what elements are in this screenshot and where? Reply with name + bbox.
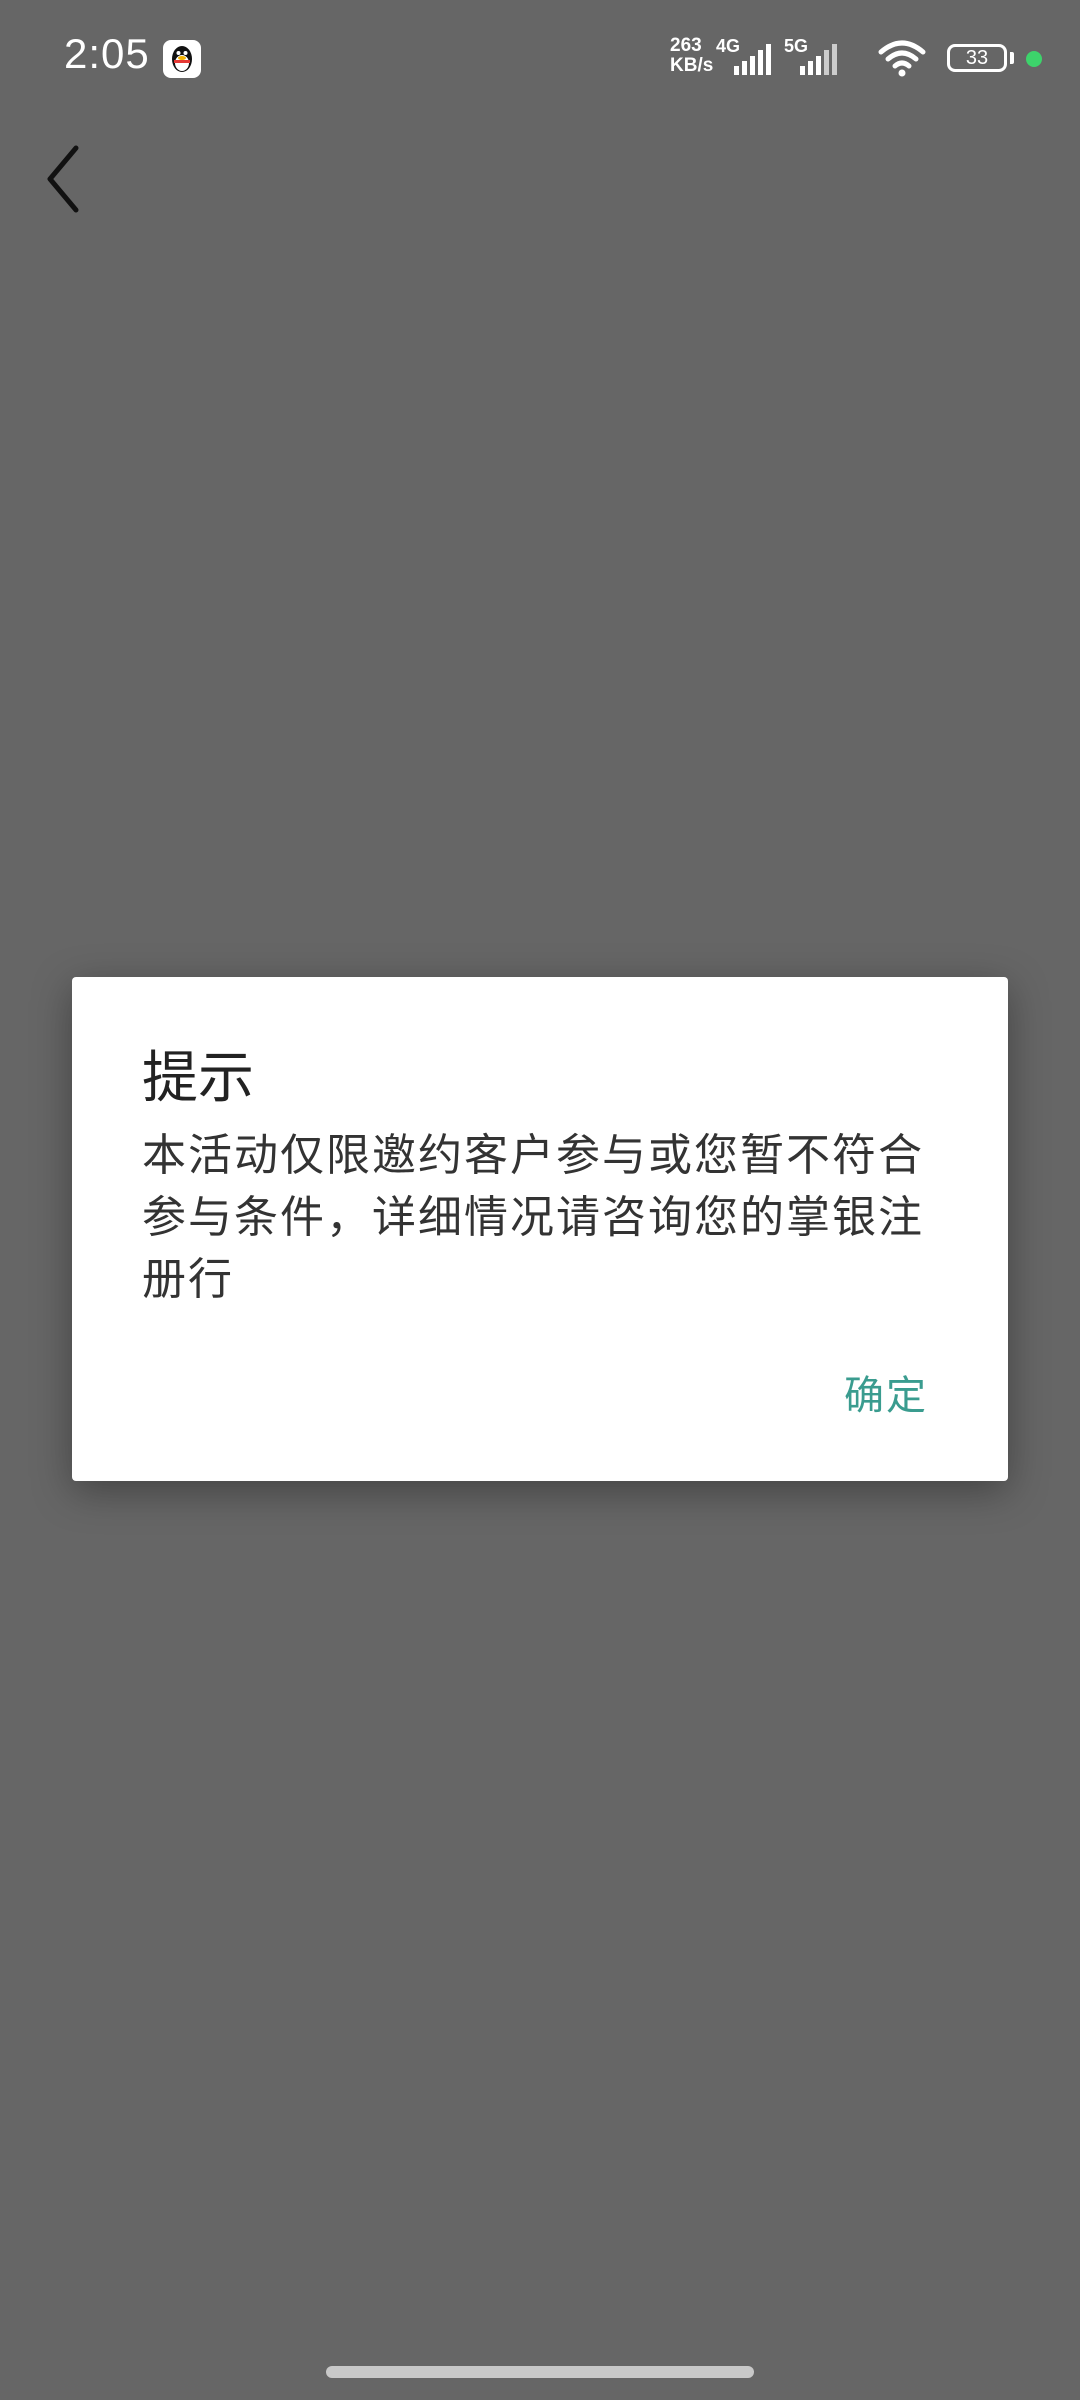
chevron-left-icon [47,145,79,213]
alert-dialog: 提示 本活动仅限邀约客户参与或您暂不符合参与条件，详细情况请咨询您的掌银注册行 … [72,977,1008,1481]
dialog-title: 提示 [142,1046,254,1111]
battery-indicator: 33 [947,44,1007,72]
home-indicator[interactable] [326,2366,754,2378]
signal-bars-icon-2 [800,44,837,75]
wifi-icon [878,40,926,77]
network-speed-unit: KB/s [670,55,714,76]
privacy-indicator-dot [1026,51,1042,67]
qq-penguin-icon [163,40,201,78]
battery-tip [1010,52,1014,64]
confirm-button[interactable]: 确定 [844,1363,928,1421]
dialog-message: 本活动仅限邀约客户参与或您暂不符合参与条件，详细情况请咨询您的掌银注册行 [142,1130,924,1305]
battery-level: 33 [965,47,989,69]
back-button[interactable] [36,134,96,214]
app-header [0,120,1080,230]
signal-bars-icon [734,44,771,75]
status-time: 2:05 [64,30,150,77]
status-bar: 2:05 263 KB/s 4G 5G 33 [0,0,1080,120]
